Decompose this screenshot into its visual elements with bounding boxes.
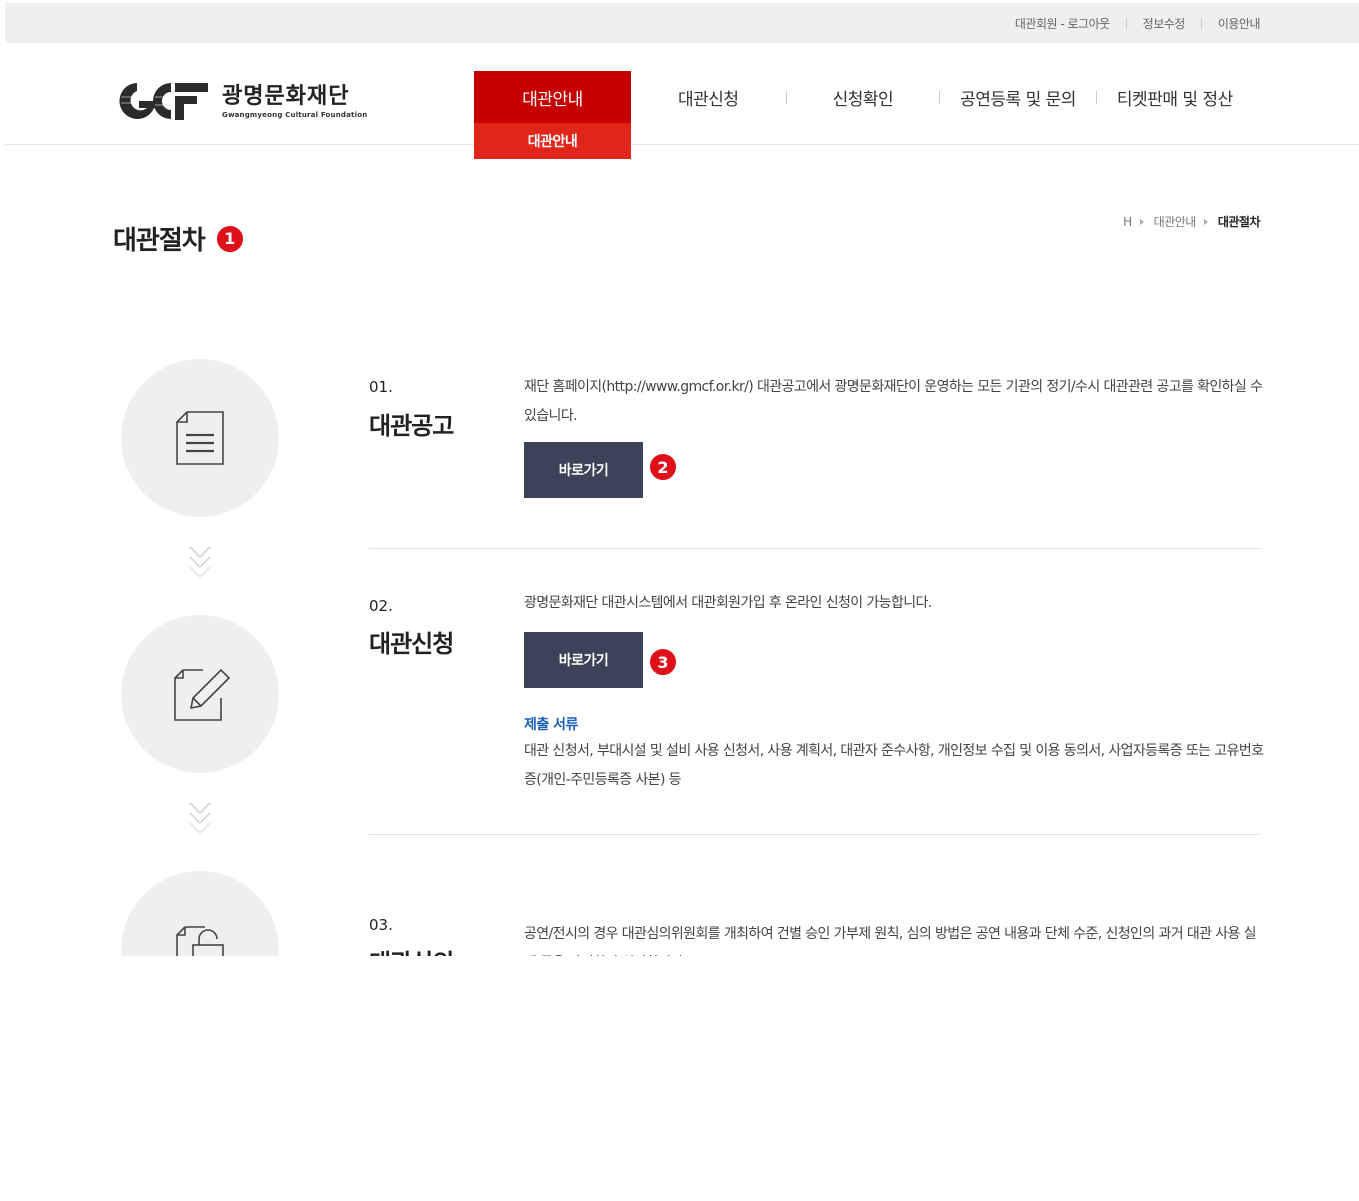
annotation-badge: 2 bbox=[648, 452, 678, 482]
edit-icon bbox=[174, 668, 231, 721]
step-2-number: 02. bbox=[369, 597, 393, 615]
step-3-number: 03. bbox=[369, 916, 393, 934]
step-2-description: 광명문화재단 대관시스템에서 대관회원가입 후 온라인 신청이 가능합니다. bbox=[524, 595, 932, 611]
step-2-icon-circle bbox=[121, 615, 279, 773]
step-3-description: 공연/전시의 경우 대관심의위원회를 개최하여 건별 승인 가부제 원칙, 심의… bbox=[524, 926, 1257, 956]
chevron-down-icon bbox=[189, 802, 211, 835]
step-3-title: 대관심의 bbox=[369, 943, 454, 956]
unlock-icon bbox=[176, 926, 224, 956]
annotation-badge: 3 bbox=[648, 647, 678, 677]
step-3-icon-circle bbox=[121, 871, 279, 956]
step-1-description: 재단 홈페이지(http://www.gmcf.or.kr/) 대관공고에서 광… bbox=[524, 379, 1263, 424]
step-1-title: 대관공고 bbox=[369, 412, 454, 440]
steps-section: 01. 대관공고 재단 홈페이지(http://www.gmcf.or.kr/)… bbox=[0, 0, 1359, 956]
divider bbox=[369, 834, 1260, 835]
step-2-go-button[interactable]: 바로가기 bbox=[524, 632, 643, 688]
required-documents-list: 대관 신청서, 부대시설 및 설비 사용 신청서, 사용 계획서, 대관자 준수… bbox=[524, 743, 1264, 788]
step-1-icon-circle bbox=[121, 359, 279, 517]
divider bbox=[369, 548, 1260, 549]
required-documents-title: 제출 서류 bbox=[524, 717, 578, 733]
step-2-title: 대관신청 bbox=[369, 630, 454, 658]
step-1-number: 01. bbox=[369, 378, 393, 396]
chevron-down-icon bbox=[189, 546, 211, 579]
step-1-go-button[interactable]: 바로가기 bbox=[524, 442, 643, 498]
document-icon bbox=[176, 411, 224, 465]
